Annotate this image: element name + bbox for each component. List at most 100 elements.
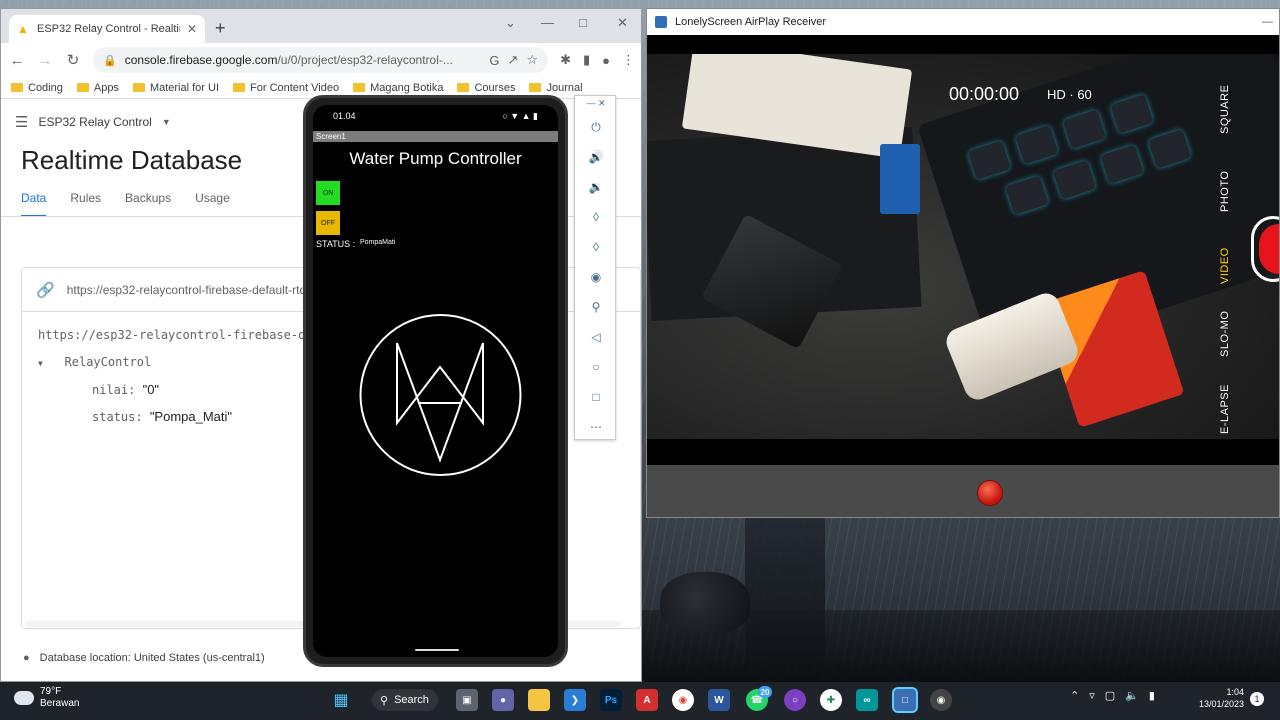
power-icon[interactable]: ⏻ xyxy=(575,120,617,135)
camera-mode-selector: SQUARE PHOTO VIDEO SLO-MO E-LAPSE xyxy=(1219,74,1239,434)
extensions-puzzle-icon[interactable]: ✱ xyxy=(560,52,571,68)
obs-icon[interactable]: ◉ xyxy=(930,689,952,711)
off-button[interactable]: OFF xyxy=(316,211,340,235)
task-view-icon[interactable]: ▣ xyxy=(456,689,478,711)
lock-icon[interactable]: 🔒 xyxy=(103,54,117,67)
browser-tab-active[interactable]: ▲ ESP32 Relay Control - Realtime D ✕ xyxy=(9,15,205,43)
volume-icon[interactable]: 🔈 xyxy=(1125,689,1139,702)
volume-down-icon[interactable]: 🔉 xyxy=(575,180,617,194)
chevron-down-icon[interactable]: ▼ xyxy=(162,117,171,127)
microphone-icon[interactable]: ▿ xyxy=(1089,689,1095,702)
acrobat-icon[interactable]: A xyxy=(636,689,658,711)
mode-video[interactable]: VIDEO xyxy=(1219,247,1231,284)
home-circle-icon[interactable]: ○ xyxy=(575,360,617,374)
tree-leaf-nilai[interactable]: nilai: "0" xyxy=(92,382,159,397)
rotate-left-icon[interactable]: ◊ xyxy=(575,210,617,224)
rotate-right-icon[interactable]: ◊ xyxy=(575,240,617,254)
phone-status-icons: ○ ▼ ▲ ▮ xyxy=(502,110,538,121)
chrome-icon[interactable]: ◉ xyxy=(672,689,694,711)
share-icon[interactable]: ↗ xyxy=(508,52,519,68)
bookmark-content-video[interactable]: For Content Video xyxy=(233,82,339,94)
github-desktop-icon[interactable]: ○ xyxy=(784,689,806,711)
hamburger-menu-icon[interactable]: ☰ xyxy=(15,113,28,131)
close-window-icon[interactable]: ✕ xyxy=(617,15,628,31)
screenshot-camera-icon[interactable]: ◉ xyxy=(575,270,617,284)
bookmark-magang-botika[interactable]: Magang Botika xyxy=(353,82,443,94)
database-url[interactable]: https://esp32-relaycontrol-firebase-defa… xyxy=(67,283,313,297)
record-button[interactable] xyxy=(977,480,1003,506)
profile-avatar-icon[interactable]: ● xyxy=(602,53,610,68)
on-button[interactable]: ON xyxy=(316,181,340,205)
video-quality[interactable]: HD · 60 xyxy=(1047,87,1092,102)
tree-node-relaycontrol[interactable]: ▼ RelayControl xyxy=(38,355,151,369)
reload-icon[interactable]: ↻ xyxy=(65,51,81,69)
side-panel-icon[interactable]: ▮ xyxy=(583,52,590,68)
mode-square[interactable]: SQUARE xyxy=(1219,85,1231,134)
address-bar[interactable]: 🔒 console.firebase.google.com/u/0/projec… xyxy=(93,47,549,73)
mode-photo[interactable]: PHOTO xyxy=(1219,171,1231,212)
tab-search-chevron-icon[interactable]: ⌄ xyxy=(505,15,516,31)
tab-data[interactable]: Data xyxy=(21,191,47,217)
network-icon[interactable]: ▢ xyxy=(1105,689,1115,702)
keyboard-key xyxy=(1062,109,1107,150)
url-path: /u/0/project/esp32-relaycontrol-... xyxy=(277,53,453,67)
start-windows-icon[interactable]: ▦ xyxy=(330,689,352,711)
bookmark-courses[interactable]: Courses xyxy=(457,82,515,94)
project-selector[interactable]: ESP32 Relay Control xyxy=(38,115,151,129)
arduino-icon[interactable]: ∞ xyxy=(856,689,878,711)
file-explorer-icon[interactable] xyxy=(528,689,550,711)
tab-title: ESP32 Relay Control - Realtime D xyxy=(37,23,180,35)
tree-root-url[interactable]: https://esp32-relaycontrol-firebase-de xyxy=(38,328,313,342)
bookmark-label: Coding xyxy=(28,81,63,94)
status-value: PompaMati xyxy=(360,239,396,246)
minimize-icon[interactable]: — xyxy=(1262,16,1273,28)
battery-icon[interactable]: ▮ xyxy=(1149,689,1155,702)
word-icon[interactable]: W xyxy=(708,689,730,711)
notification-center-icon[interactable]: 1 xyxy=(1250,692,1264,706)
collapse-triangle-icon[interactable]: ▼ xyxy=(38,359,43,368)
lonelyscreen-titlebar: LonelyScreen AirPlay Receiver — xyxy=(647,9,1279,35)
folder-icon xyxy=(353,83,366,92)
maximize-icon[interactable]: □ xyxy=(579,15,587,30)
tab-usage[interactable]: Usage xyxy=(195,191,230,217)
mode-slo-mo[interactable]: SLO-MO xyxy=(1219,311,1231,357)
emulator-close-icon[interactable]: — ✕ xyxy=(575,98,617,109)
mode-timelapse[interactable]: E-LAPSE xyxy=(1219,384,1231,434)
weather-widget[interactable]: 79°F Berawan xyxy=(14,686,79,710)
home-gesture-bar[interactable] xyxy=(415,649,459,651)
taskbar-clock[interactable]: 1:04 13/01/2023 xyxy=(1188,686,1244,710)
photoshop-icon[interactable]: Ps xyxy=(600,689,622,711)
tree-leaf-status[interactable]: status: "Pompa_Mati" xyxy=(92,409,232,424)
overview-square-icon[interactable]: □ xyxy=(575,390,617,404)
tab-backups[interactable]: Backups xyxy=(125,191,171,217)
new-tab-icon[interactable]: + xyxy=(215,18,226,39)
minimize-icon[interactable]: — xyxy=(541,15,554,30)
bookmark-apps[interactable]: Apps xyxy=(76,82,119,94)
leaf-value[interactable]: "0" xyxy=(143,382,159,397)
bookmark-star-icon[interactable]: ☆ xyxy=(526,52,538,68)
forward-icon[interactable]: → xyxy=(37,52,53,69)
link-icon[interactable]: 🔗 xyxy=(36,281,55,299)
volume-up-icon[interactable]: 🔊 xyxy=(575,150,617,164)
teams-chat-icon[interactable]: ● xyxy=(492,689,514,711)
leaf-value[interactable]: "Pompa_Mati" xyxy=(150,409,232,424)
more-options-icon[interactable]: ⋯ xyxy=(575,420,617,434)
tray-overflow-chevron-icon[interactable]: ⌃ xyxy=(1070,689,1079,702)
bookmark-material-ui[interactable]: Material for UI xyxy=(132,82,219,94)
vscode-icon[interactable]: ❯ xyxy=(564,689,586,711)
zoom-icon[interactable]: ⚲ xyxy=(575,300,617,314)
back-triangle-icon[interactable]: ◁ xyxy=(575,330,617,344)
lonelyscreen-taskbar-icon[interactable]: □ xyxy=(892,687,918,713)
back-icon[interactable]: ← xyxy=(9,52,25,69)
google-lens-icon[interactable]: G xyxy=(489,53,499,68)
webview-app-icon[interactable]: ✚ xyxy=(820,689,842,711)
tab-rules[interactable]: Rules xyxy=(70,191,101,217)
folder-icon xyxy=(233,83,246,92)
screen-label-bar: Screen1 xyxy=(313,131,558,142)
chrome-menu-icon[interactable]: ⋮ xyxy=(622,52,635,68)
phone-clock: 01.04 xyxy=(333,111,356,121)
bookmark-journal[interactable]: Journal xyxy=(529,82,583,94)
bookmark-coding[interactable]: Coding xyxy=(11,82,63,94)
taskbar-search[interactable]: ⚲ Search xyxy=(372,689,438,711)
close-tab-icon[interactable]: ✕ xyxy=(187,22,197,36)
